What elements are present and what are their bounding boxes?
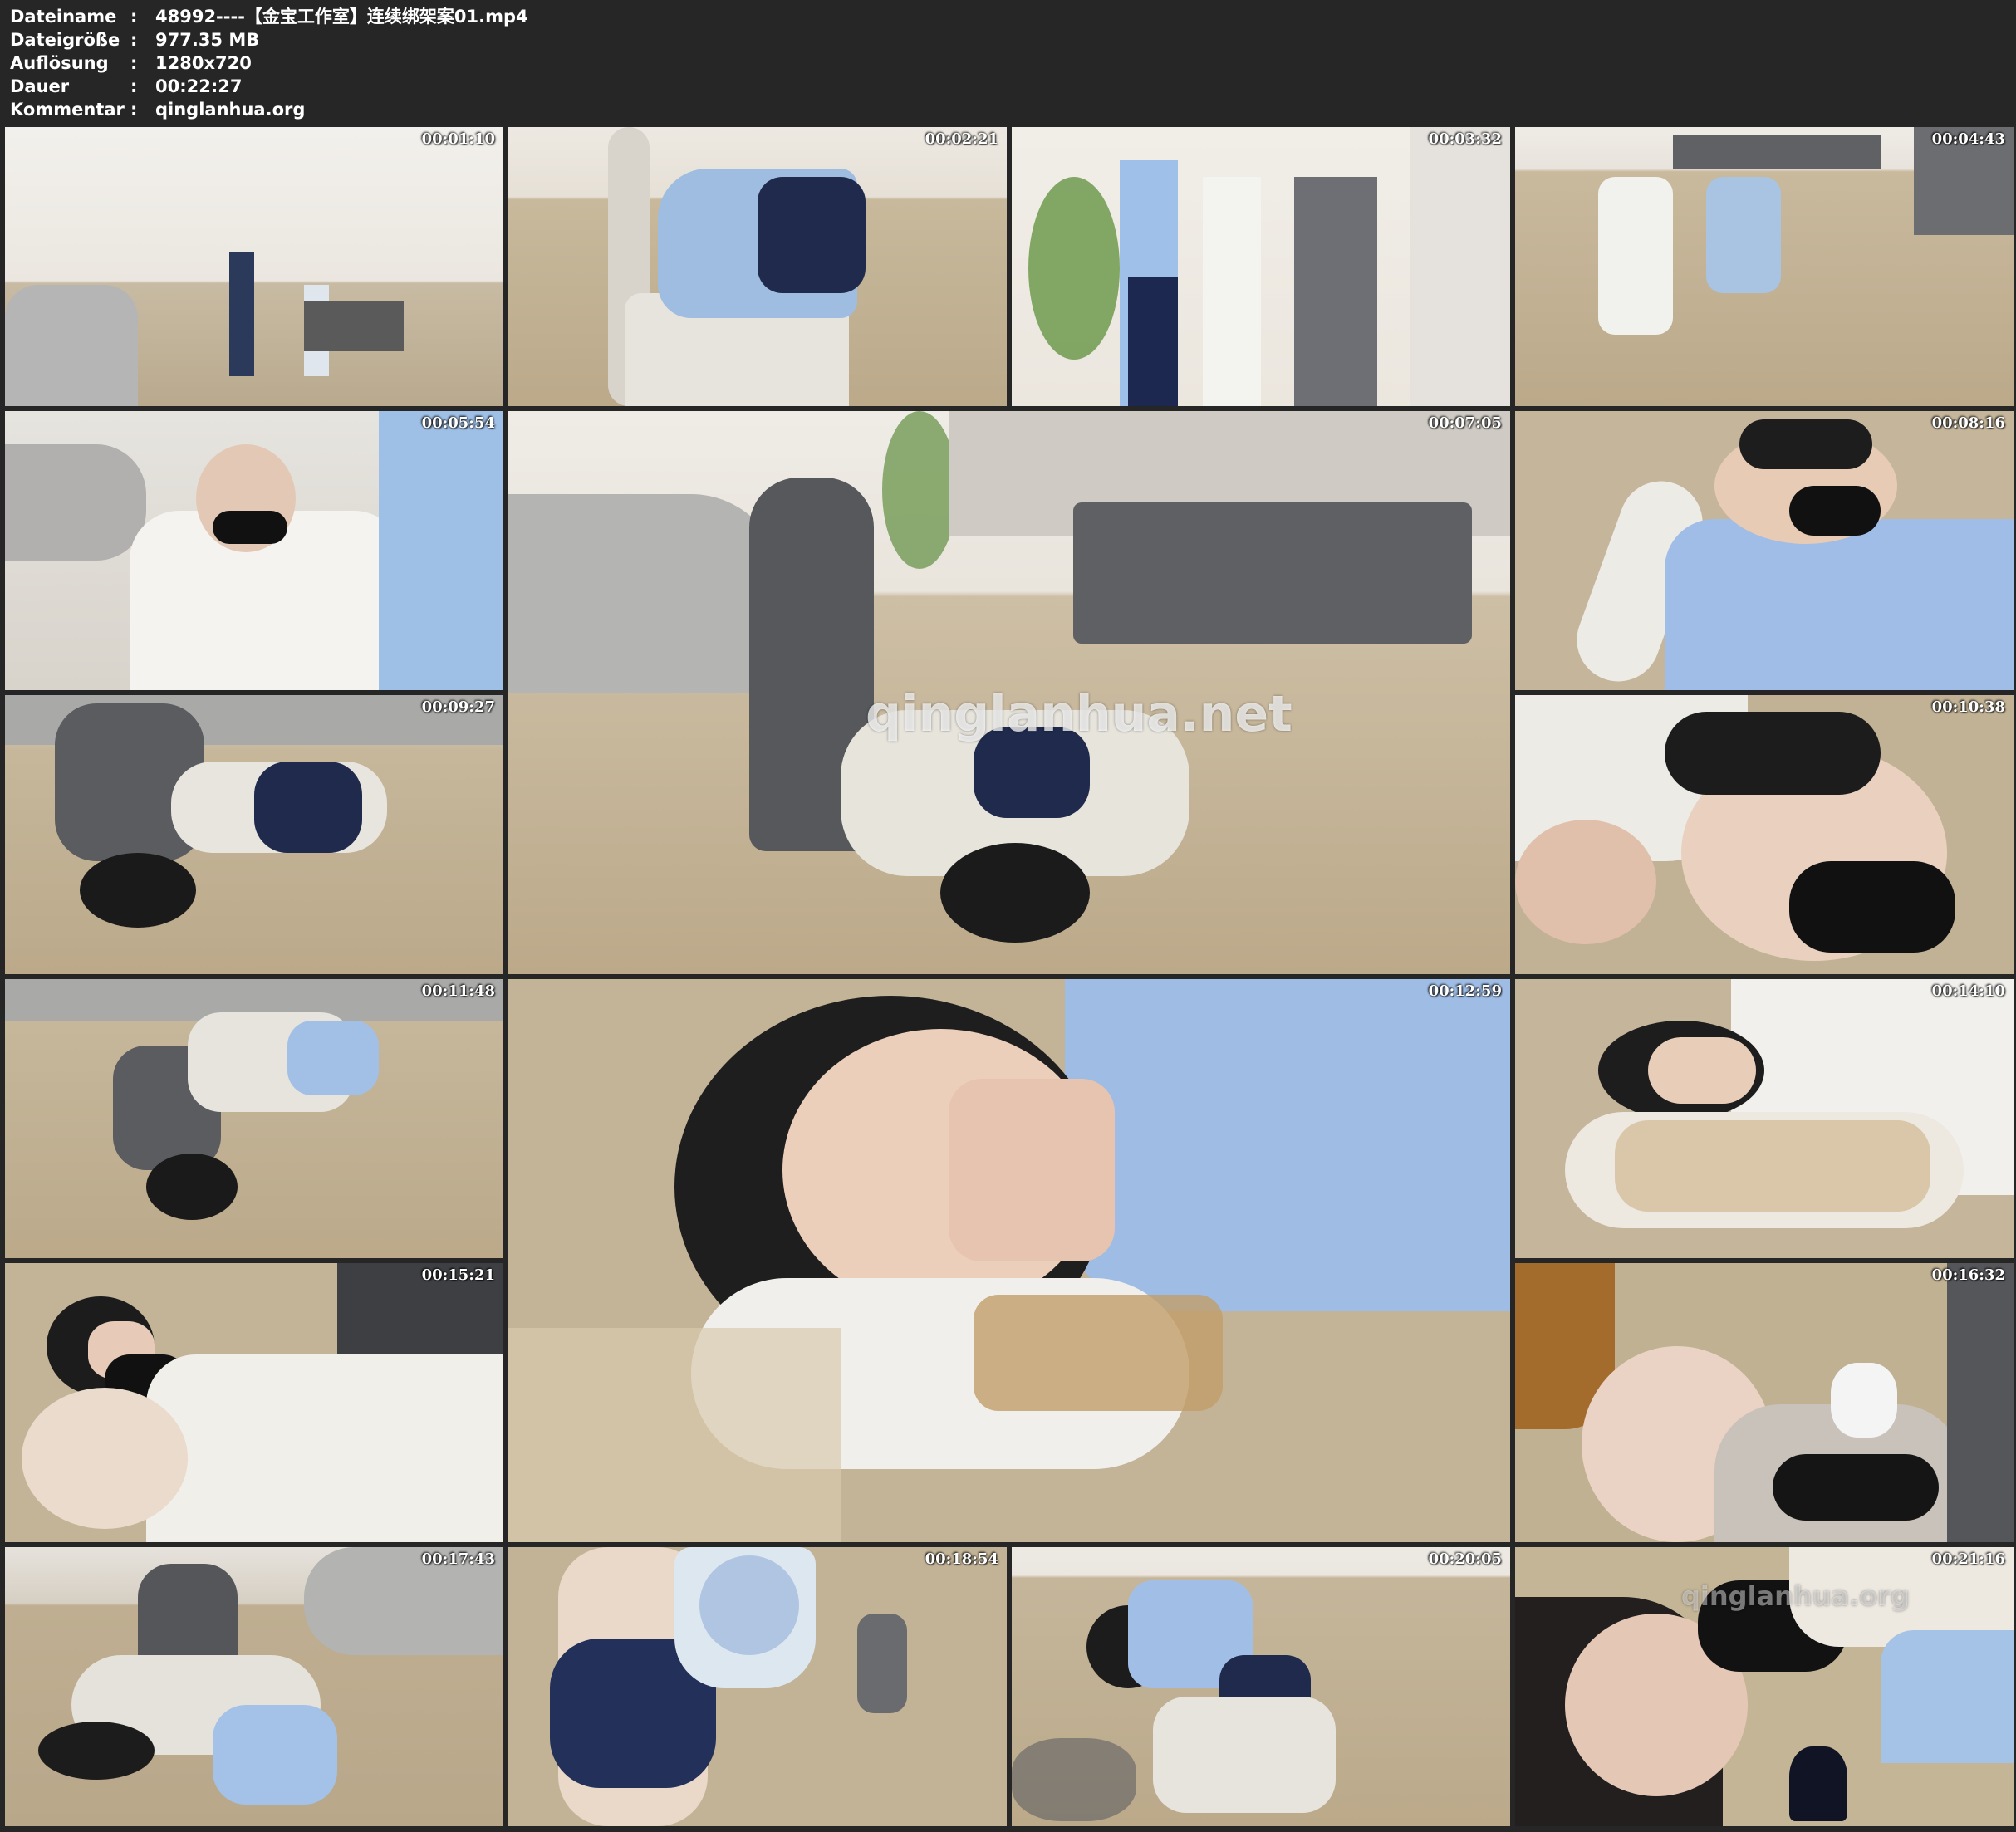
- frame-timestamp: 00:11:48: [421, 982, 495, 1000]
- video-frame-16[interactable]: 00:18:54: [508, 1547, 1007, 1826]
- frame-timestamp: 00:17:43: [421, 1550, 495, 1568]
- video-frame-13[interactable]: 00:15:21: [5, 1263, 503, 1542]
- video-frame-8[interactable]: 00:09:27: [5, 695, 503, 974]
- frame-timestamp: 00:20:05: [1428, 1550, 1502, 1568]
- frame-timestamp: 00:14:10: [1931, 982, 2005, 1000]
- frame-timestamp: 00:08:16: [1931, 414, 2005, 432]
- frame-timestamp: 00:21:16: [1931, 1550, 2005, 1568]
- video-frame-11[interactable]: 00:12:59: [508, 979, 1510, 1542]
- frame-timestamp: 00:15:21: [421, 1266, 495, 1284]
- video-frame-17[interactable]: 00:20:05: [1012, 1547, 1510, 1826]
- frame-timestamp: 00:12:59: [1428, 982, 1502, 1000]
- video-frame-10[interactable]: 00:11:48: [5, 979, 503, 1258]
- video-frame-5[interactable]: 00:05:54: [5, 411, 503, 690]
- frame-timestamp: 00:04:43: [1931, 130, 2005, 148]
- watermark-text: qinglanhua.org: [1681, 1580, 1910, 1612]
- frame-timestamp: 00:10:38: [1931, 698, 2005, 716]
- frame-timestamp: 00:03:32: [1428, 130, 1502, 148]
- video-frame-15[interactable]: 00:17:43: [5, 1547, 503, 1826]
- frame-timestamp: 00:09:27: [421, 698, 495, 716]
- video-frame-18[interactable]: qinglanhua.org 00:21:16: [1515, 1547, 2014, 1826]
- video-frame-1[interactable]: 00:01:10: [5, 127, 503, 406]
- frame-timestamp: 00:16:32: [1931, 1266, 2005, 1284]
- frame-timestamp: 00:18:54: [925, 1550, 998, 1568]
- video-frame-12[interactable]: 00:14:10: [1515, 979, 2014, 1258]
- frame-timestamp: 00:05:54: [421, 414, 495, 432]
- frame-timestamp: 00:01:10: [421, 130, 495, 148]
- video-frame-9[interactable]: 00:10:38: [1515, 695, 2014, 974]
- video-frame-14[interactable]: 00:16:32: [1515, 1263, 2014, 1542]
- video-frame-4[interactable]: 00:04:43: [1515, 127, 2014, 406]
- thumbnail-grid: 00:01:10 00:02:21 00:03:32 00:04:43 00:0…: [0, 0, 2016, 1832]
- watermark-text: qinglanhua.net: [866, 685, 1292, 743]
- video-frame-2[interactable]: 00:02:21: [508, 127, 1007, 406]
- video-frame-7[interactable]: 00:08:16: [1515, 411, 2014, 690]
- video-frame-3[interactable]: 00:03:32: [1012, 127, 1510, 406]
- frame-timestamp: 00:02:21: [925, 130, 998, 148]
- video-frame-6[interactable]: qinglanhua.net 00:07:05: [508, 411, 1510, 974]
- frame-timestamp: 00:07:05: [1428, 414, 1502, 432]
